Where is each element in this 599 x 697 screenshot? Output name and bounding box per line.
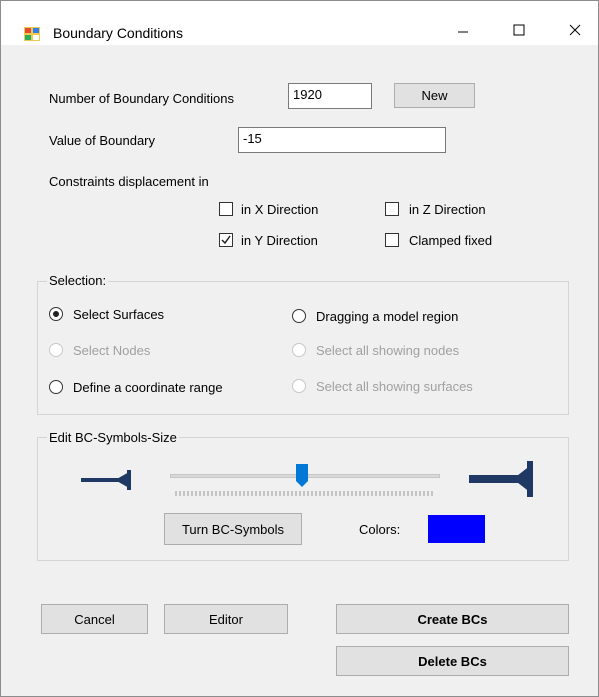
minimize-button[interactable] bbox=[440, 15, 486, 45]
all-surfaces-radio bbox=[292, 379, 306, 393]
value-input[interactable]: -15 bbox=[238, 127, 446, 153]
z-direction-label[interactable]: in Z Direction bbox=[409, 202, 486, 217]
close-icon bbox=[569, 24, 581, 36]
all-nodes-radio bbox=[292, 343, 306, 357]
symbols-group bbox=[37, 437, 569, 561]
clamped-fixed-label[interactable]: Clamped fixed bbox=[409, 233, 492, 248]
minimize-icon bbox=[458, 31, 468, 33]
coordinate-range-radio[interactable] bbox=[49, 380, 63, 394]
title-bar[interactable]: Boundary Conditions bbox=[1, 1, 598, 45]
selection-title: Selection: bbox=[47, 273, 109, 288]
create-bcs-button[interactable]: Create BCs bbox=[336, 604, 569, 634]
check-icon bbox=[221, 235, 231, 245]
x-direction-label[interactable]: in X Direction bbox=[241, 202, 318, 217]
z-direction-checkbox[interactable] bbox=[385, 202, 399, 216]
slider-ticks bbox=[175, 491, 433, 497]
window-title: Boundary Conditions bbox=[53, 25, 183, 41]
small-bc-symbol-icon bbox=[81, 470, 131, 490]
select-nodes-label: Select Nodes bbox=[73, 343, 151, 358]
size-slider-thumb[interactable] bbox=[296, 464, 309, 488]
y-direction-checkbox[interactable] bbox=[219, 233, 233, 247]
x-direction-checkbox[interactable] bbox=[219, 202, 233, 216]
num-bc-label: Number of Boundary Conditions bbox=[49, 91, 234, 106]
maximize-icon bbox=[513, 24, 525, 36]
y-direction-label[interactable]: in Y Direction bbox=[241, 233, 318, 248]
boundary-conditions-window: Boundary Conditions Number of Boundary C… bbox=[0, 0, 599, 697]
drag-region-label[interactable]: Dragging a model region bbox=[316, 309, 458, 324]
select-nodes-radio bbox=[49, 343, 63, 357]
color-swatch[interactable] bbox=[428, 515, 485, 543]
new-button[interactable]: New bbox=[394, 83, 475, 108]
close-button[interactable] bbox=[552, 15, 598, 45]
turn-bc-symbols-button[interactable]: Turn BC-Symbols bbox=[164, 513, 302, 545]
delete-bcs-button[interactable]: Delete BCs bbox=[336, 646, 569, 676]
clamped-fixed-checkbox[interactable] bbox=[385, 233, 399, 247]
coordinate-range-label[interactable]: Define a coordinate range bbox=[73, 380, 223, 395]
large-bc-symbol-icon bbox=[469, 461, 533, 497]
num-bc-input[interactable]: 1920 bbox=[288, 83, 372, 109]
select-surfaces-radio[interactable] bbox=[49, 307, 63, 321]
all-surfaces-label: Select all showing surfaces bbox=[316, 379, 473, 394]
colors-label: Colors: bbox=[359, 522, 401, 537]
maximize-button[interactable] bbox=[496, 15, 542, 45]
drag-region-radio[interactable] bbox=[292, 309, 306, 323]
constraints-label: Constraints displacement in bbox=[49, 174, 209, 189]
editor-button[interactable]: Editor bbox=[164, 604, 288, 634]
select-surfaces-label[interactable]: Select Surfaces bbox=[73, 307, 164, 322]
value-label: Value of Boundary bbox=[49, 133, 155, 148]
cancel-button[interactable]: Cancel bbox=[41, 604, 148, 634]
symbols-title: Edit BC-Symbols-Size bbox=[47, 430, 179, 445]
app-icon bbox=[24, 27, 40, 41]
all-nodes-label: Select all showing nodes bbox=[316, 343, 460, 358]
